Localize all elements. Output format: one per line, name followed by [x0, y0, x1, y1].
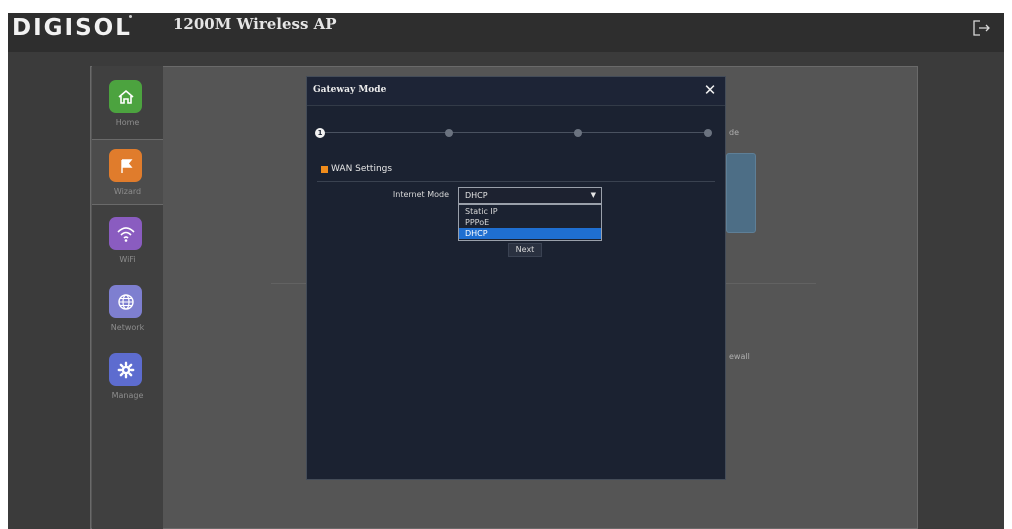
brand-logo: DIGISOL [12, 15, 132, 41]
app-window: DIGISOL 1200M Wireless AP de ewall Home … [8, 13, 1004, 529]
progress-step [445, 129, 453, 137]
wizard-progress: 1 [315, 127, 713, 139]
sidebar: Home Wizard WiFi Network Manage [92, 66, 163, 529]
sidebar-item-label: Wizard [113, 187, 142, 196]
internet-mode-select[interactable]: DHCP ▼ [458, 187, 602, 204]
sidebar-item-label: Manage [111, 391, 144, 400]
next-button[interactable]: Next [508, 243, 542, 257]
sidebar-item-label: WiFi [119, 255, 136, 264]
logo-dot [129, 15, 132, 18]
sidebar-item-label: Network [110, 323, 145, 332]
dropdown-option-dhcp[interactable]: DHCP [459, 228, 601, 239]
close-button[interactable]: ✕ [702, 81, 718, 99]
sidebar-item-label: Home [115, 118, 140, 127]
internet-mode-value: DHCP [465, 191, 488, 200]
progress-step [704, 129, 712, 137]
flag-icon [109, 149, 142, 182]
chevron-down-icon: ▼ [590, 191, 596, 199]
gear-icon [109, 353, 142, 386]
dropdown-option-static-ip[interactable]: Static IP [459, 206, 601, 217]
background-firewall-text: ewall [729, 352, 750, 361]
home-icon [109, 80, 142, 113]
progress-track [319, 132, 709, 133]
background-mode-text: de [729, 128, 739, 137]
product-title: 1200M Wireless AP [173, 15, 337, 33]
progress-step [574, 129, 582, 137]
background-mode-card [726, 153, 756, 233]
gateway-mode-dialog: Gateway Mode ✕ 1 WAN Settings Internet M… [306, 76, 726, 480]
section-marker-icon [321, 166, 328, 173]
wifi-icon [109, 217, 142, 250]
top-bar: DIGISOL 1200M Wireless AP [8, 13, 1004, 52]
section-title: WAN Settings [331, 164, 393, 174]
dialog-header: Gateway Mode ✕ [307, 77, 725, 106]
internet-mode-label: Internet Mode [392, 190, 449, 199]
globe-icon [109, 285, 142, 318]
sidebar-item-wifi[interactable]: WiFi [92, 208, 163, 274]
sidebar-item-network[interactable]: Network [92, 276, 163, 342]
sidebar-item-wizard[interactable]: Wizard [92, 139, 163, 205]
logout-icon[interactable] [970, 17, 994, 39]
sidebar-item-manage[interactable]: Manage [92, 344, 163, 410]
internet-mode-dropdown: Static IP PPPoE DHCP [458, 204, 602, 241]
section-divider [317, 181, 715, 182]
dropdown-option-pppoe[interactable]: PPPoE [459, 217, 601, 228]
progress-step-current: 1 [315, 128, 325, 138]
sidebar-item-home[interactable]: Home [92, 71, 163, 137]
dialog-title: Gateway Mode [313, 85, 387, 95]
